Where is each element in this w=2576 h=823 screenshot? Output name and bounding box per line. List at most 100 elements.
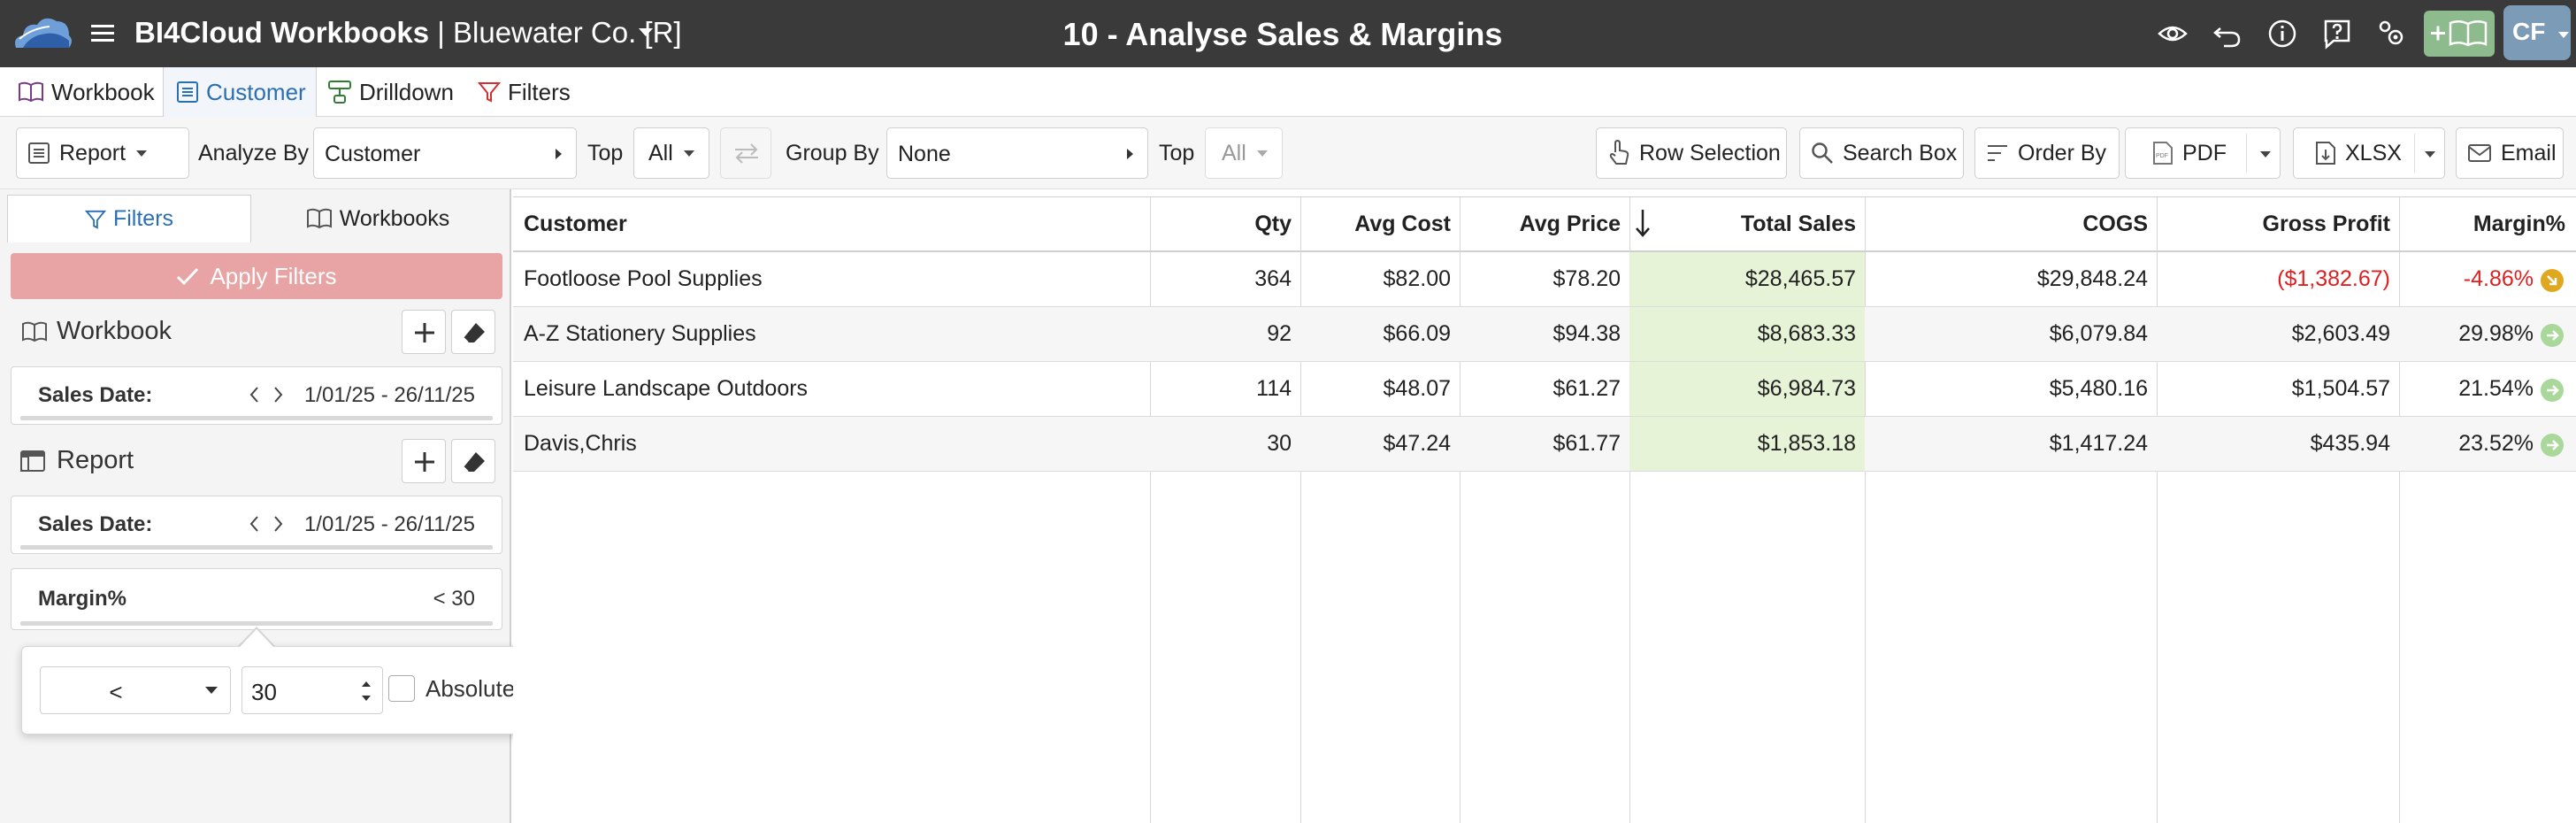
report-icon (28, 142, 50, 164)
tab-drilldown[interactable]: Drilldown (327, 67, 454, 117)
total-sales-header-label: Total Sales (1740, 212, 1856, 236)
panel-tab-workbooks[interactable]: Workbooks (251, 195, 504, 242)
app-title[interactable]: BI4Cloud Workbooks | Bluewater Co. [R] (134, 16, 682, 50)
spinner-arrows-icon[interactable] (359, 678, 373, 704)
table-row[interactable]: Leisure Landscape Outdoors 114 $48.07 $61.2… (513, 362, 2576, 417)
column-header-cogs[interactable]: COGS (1865, 197, 2157, 250)
app-name: BI4Cloud Workbooks (134, 16, 430, 49)
info-icon[interactable] (2266, 18, 2298, 50)
analyze-by-select[interactable]: Customer (313, 127, 577, 179)
avg-price-cell: $78.20 (1552, 266, 1621, 291)
analyze-by-label: Analyze By (198, 140, 310, 165)
panel-tabs: Filters Workbooks (7, 195, 504, 242)
undo-icon[interactable] (2212, 18, 2243, 50)
date-nav-arrows-icon[interactable] (249, 514, 289, 534)
cogs-cell: $5,480.16 (2049, 376, 2148, 401)
row-selection-button[interactable]: Row Selection (1596, 127, 1787, 179)
drilldown-icon (328, 81, 351, 104)
chevron-down-icon (683, 150, 694, 157)
tab-drilldown-label: Drilldown (359, 78, 454, 105)
chevron-down-icon (205, 687, 218, 694)
column-header-qty[interactable]: Qty (1150, 197, 1300, 250)
top-select[interactable]: All (633, 127, 709, 179)
report-filters-section: Report (11, 439, 502, 483)
group-by-value: None (898, 142, 951, 166)
report-title: 10 - Analyse Sales & Margins (1062, 16, 1503, 52)
margin-filter[interactable]: Margin% < 30 (11, 568, 502, 630)
operator-select[interactable]: < (40, 666, 231, 714)
apply-filters-label: Apply Filters (210, 262, 337, 289)
apply-filters-button[interactable]: Apply Filters (11, 253, 502, 299)
top-value: All (648, 140, 673, 165)
tab-customer[interactable]: Customer (163, 67, 317, 117)
margin-number-input[interactable]: 30 (242, 666, 383, 714)
eraser-icon (463, 323, 485, 343)
avg-cost-cell: $82.00 (1383, 266, 1451, 291)
xlsx-options-caret-icon[interactable] (2425, 151, 2435, 158)
xlsx-label: XLSX (2345, 140, 2402, 165)
eraser-icon (463, 452, 485, 473)
filter-label: Sales Date: (38, 512, 153, 536)
eye-icon[interactable] (2157, 18, 2189, 50)
xlsx-export-button[interactable]: XLSX (2293, 127, 2445, 179)
top-label: Top (587, 140, 624, 165)
workbook-sales-date-filter[interactable]: Sales Date: 1/01/25 - 26/11/25 (11, 366, 502, 425)
settings-icon[interactable] (2376, 18, 2408, 50)
swap-icon (735, 143, 758, 164)
swap-button[interactable] (720, 127, 771, 179)
pdf-options-caret-icon[interactable] (2260, 151, 2271, 158)
clear-report-filters-button[interactable] (451, 439, 495, 483)
table-row[interactable]: Davis,Chris 30 $47.24 $61.77 $1,853.18 $1,417… (513, 417, 2576, 472)
xlsx-split-divider (2414, 134, 2415, 173)
email-button[interactable]: Email (2456, 127, 2564, 179)
cloud-logo-icon[interactable] (11, 12, 74, 55)
email-label: Email (2501, 140, 2557, 165)
margin-ok-icon (2541, 324, 2564, 347)
tab-workbook[interactable]: Workbook (12, 67, 160, 117)
order-by-button[interactable]: Order By (1974, 127, 2120, 179)
add-workbook-button[interactable] (2424, 11, 2495, 57)
top2-select[interactable]: All (1205, 127, 1283, 179)
company-dropdown-caret-icon[interactable] (639, 28, 653, 36)
column-header-avg-price[interactable]: Avg Price (1460, 197, 1629, 250)
search-box-button[interactable]: Search Box (1799, 127, 1964, 179)
tab-customer-label: Customer (206, 78, 306, 105)
qty-cell: 364 (1254, 266, 1292, 291)
add-report-filter-button[interactable] (402, 439, 446, 483)
qty-cell: 92 (1267, 321, 1292, 346)
filter-label: Margin% (38, 587, 127, 611)
table-row[interactable]: Footloose Pool Supplies 364 $82.00 $78.20 $2… (513, 252, 2576, 307)
tab-filters[interactable]: Filters (478, 67, 571, 117)
group-by-select[interactable]: None (886, 127, 1148, 179)
gross-profit-cell: ($1,382.67) (2277, 266, 2390, 291)
add-workbook-filter-button[interactable] (402, 310, 446, 354)
chevron-down-icon (136, 150, 148, 157)
absolute-checkbox[interactable] (388, 675, 415, 702)
pdf-split-divider (2246, 134, 2247, 173)
user-menu-button[interactable]: CF (2503, 5, 2571, 60)
toolbar: Report Analyze By Customer Top All Group… (0, 117, 2576, 189)
analyze-by-value: Customer (325, 142, 421, 166)
column-header-avg-cost[interactable]: Avg Cost (1300, 197, 1460, 250)
pdf-export-button[interactable]: PDF PDF (2125, 127, 2281, 179)
tab-workbook-label: Workbook (51, 78, 155, 105)
report-sales-date-filter[interactable]: Sales Date: 1/01/25 - 26/11/25 (11, 496, 502, 554)
book-icon (306, 208, 332, 229)
avg-price-cell: $94.38 (1552, 321, 1621, 346)
margin-number-value: 30 (251, 679, 277, 705)
popover-arrow-fill (239, 629, 274, 648)
filter-value: < 30 (433, 587, 475, 611)
menu-icon[interactable] (88, 19, 117, 48)
date-nav-arrows-icon[interactable] (249, 385, 289, 404)
column-header-gross-profit[interactable]: Gross Profit (2157, 197, 2399, 250)
table-row[interactable]: A-Z Stationery Supplies 92 $66.09 $94.38 $8,… (513, 307, 2576, 362)
report-menu-button[interactable]: Report (16, 127, 189, 179)
panel-tab-filters[interactable]: Filters (7, 195, 251, 242)
help-icon[interactable] (2321, 18, 2353, 50)
column-header-total-sales[interactable]: Total Sales (1629, 197, 1865, 250)
clear-workbook-filters-button[interactable] (451, 310, 495, 354)
column-header-margin[interactable]: Margin% (2399, 197, 2576, 250)
column-header-customer[interactable]: Customer (513, 197, 1150, 250)
customer-cell: A-Z Stationery Supplies (524, 321, 756, 346)
book-icon (22, 321, 47, 342)
